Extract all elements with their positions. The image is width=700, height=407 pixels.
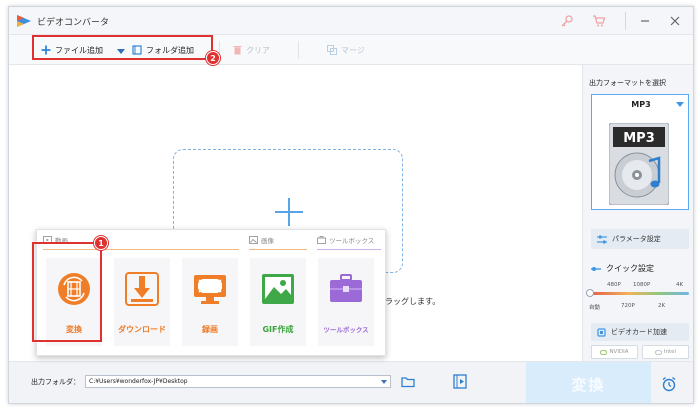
quality-slider[interactable]: [589, 292, 689, 295]
titlebar-divider: [625, 12, 626, 30]
quality-label-720p: 720P: [621, 303, 635, 309]
intel-label: Intel: [663, 349, 677, 355]
format-dropdown-icon[interactable]: [676, 102, 684, 107]
intel-toggle[interactable]: Intel: [642, 345, 689, 359]
key-icon[interactable]: [560, 14, 574, 28]
tile-download[interactable]: ダウンロード: [114, 258, 170, 346]
minimize-icon[interactable]: [639, 15, 651, 27]
quick-settings-label: クイック設定: [606, 264, 654, 273]
section-image: 画像: [249, 235, 274, 245]
app-window: ビデオコンバータ ファイル追加 フォルダ追加 クリア マージ でドラッグします。…: [8, 6, 694, 404]
output-folder-label: 出力フォルダ：: [31, 378, 80, 386]
section-toolbox: ツールボックス: [317, 235, 374, 245]
output-format-label: 出力フォーマットを選択: [589, 79, 666, 87]
intel-icon: [654, 349, 662, 355]
cart-icon[interactable]: [592, 14, 606, 28]
gpu-vendor-row: NVIDIA Intel: [591, 345, 689, 359]
format-icon-label: MP3: [623, 131, 655, 146]
merge-label: マージ: [341, 45, 365, 55]
merge-icon: [327, 45, 337, 55]
quality-label-4k: 4K: [676, 282, 684, 288]
gpu-acceleration-button[interactable]: ビデオカード加速: [591, 323, 689, 341]
image-gif-icon: [262, 274, 294, 304]
toolbox-section-icon: [317, 236, 326, 244]
gpu-acceleration-label: ビデオカード加速: [611, 328, 667, 336]
annotation-badge-2: 2: [206, 51, 220, 65]
section-image-label: 画像: [261, 237, 274, 245]
tile-gif-label: GIF作成: [262, 325, 294, 334]
chip-icon: [597, 327, 606, 337]
close-icon[interactable]: [668, 14, 682, 28]
open-folder-icon[interactable]: [401, 375, 415, 388]
quick-settings-header: クイック設定: [591, 263, 654, 274]
image-section-icon: [249, 236, 258, 244]
nvidia-toggle[interactable]: NVIDIA: [591, 345, 638, 359]
screen-record-icon: [194, 275, 226, 304]
add-plus-icon-vertical[interactable]: [288, 198, 290, 226]
output-format-selector[interactable]: MP3 MP3: [591, 94, 689, 210]
quality-slider-handle[interactable]: [586, 289, 594, 297]
convert-button[interactable]: 変換: [526, 362, 651, 403]
nvidia-icon: [600, 349, 608, 355]
quality-label-2k: 2K: [658, 303, 666, 309]
title-bar: ビデオコンバータ: [9, 7, 693, 35]
quality-label-480p: 480P: [607, 282, 621, 288]
tile-toolbox-label: ツールボックス: [323, 326, 369, 334]
output-folder-icon[interactable]: [453, 374, 467, 389]
mp3-disc-icon: MP3: [609, 123, 669, 205]
trash-icon: [233, 46, 242, 55]
tile-gif[interactable]: GIF作成: [250, 258, 306, 346]
annotation-box-convert: [32, 242, 102, 342]
download-icon: [125, 272, 159, 306]
sliders-icon: [597, 235, 607, 243]
nvidia-label: NVIDIA: [609, 349, 629, 355]
tile-download-label: ダウンロード: [118, 325, 166, 334]
tile-record[interactable]: 録画: [182, 258, 238, 346]
alarm-clock-icon[interactable]: [661, 376, 677, 392]
right-panel: 出力フォーマットを選択 MP3 MP3 パラメータ設定 クイック設定 480P …: [582, 65, 693, 361]
app-logo-icon: [17, 15, 31, 27]
annotation-badge-1: 1: [94, 236, 108, 250]
toolbar-divider-2: [298, 41, 299, 59]
section-toolbox-label: ツールボックス: [329, 237, 375, 245]
parameter-settings-label: パラメータ設定: [612, 235, 661, 243]
tile-toolbox[interactable]: ツールボックス: [318, 258, 374, 346]
annotation-box-toolbar: [32, 35, 213, 60]
quality-label-auto: 自動: [589, 305, 601, 311]
parameter-settings-button[interactable]: パラメータ設定: [591, 229, 689, 249]
tile-record-label: 録画: [202, 325, 218, 334]
clear-label: クリア: [246, 45, 270, 55]
clear-button[interactable]: クリア: [233, 42, 270, 58]
bottom-bar: 出力フォルダ： C:¥Users¥wonderfox-JP¥Desktop 変換: [9, 361, 693, 403]
path-dropdown-icon[interactable]: [381, 380, 387, 384]
merge-button[interactable]: マージ: [327, 42, 365, 58]
output-path-field[interactable]: C:¥Users¥wonderfox-JP¥Desktop: [85, 375, 391, 388]
quick-settings-icon: [591, 266, 601, 271]
window-title: ビデオコンバータ: [37, 18, 110, 28]
toolbox-icon: [330, 274, 362, 302]
toolbox-section-line: [317, 249, 381, 250]
image-section-line: [249, 249, 307, 250]
quality-label-1080p: 1080P: [633, 282, 651, 288]
